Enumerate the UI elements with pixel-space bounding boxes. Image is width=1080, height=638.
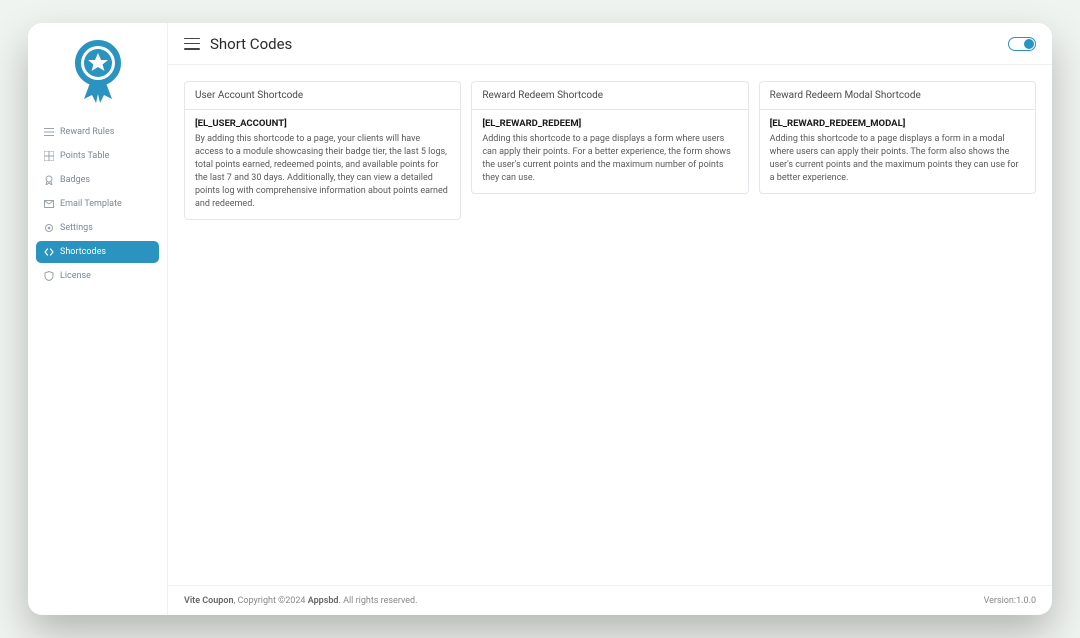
app-window: Reward Rules Points Table Badges Email T… — [28, 23, 1052, 615]
shield-icon — [44, 271, 54, 281]
sidebar-item-label: Reward Rules — [60, 127, 114, 137]
shortcode-value: [EL_REWARD_REDEEM_MODAL] — [770, 118, 1025, 129]
sidebar-item-label: Shortcodes — [60, 247, 106, 257]
shortcode-card-user-account: User Account Shortcode [EL_USER_ACCOUNT]… — [184, 81, 461, 220]
main: Short Codes User Account Shortcode [EL_U… — [168, 23, 1052, 615]
card-body: [EL_REWARD_REDEEM] Adding this shortcode… — [472, 110, 747, 193]
shortcode-description: By adding this shortcode to a page, your… — [195, 133, 450, 211]
shortcode-card-reward-redeem: Reward Redeem Shortcode [EL_REWARD_REDEE… — [471, 81, 748, 194]
footer-company: Appsbd — [308, 596, 339, 606]
content: User Account Shortcode [EL_USER_ACCOUNT]… — [168, 65, 1052, 585]
theme-toggle[interactable] — [1008, 37, 1036, 51]
card-body: [EL_USER_ACCOUNT] By adding this shortco… — [185, 110, 460, 219]
sidebar-item-email-template[interactable]: Email Template — [36, 193, 159, 215]
footer-rights: . All rights reserved. — [339, 596, 418, 606]
sidebar-item-points-table[interactable]: Points Table — [36, 145, 159, 167]
card-title: User Account Shortcode — [185, 82, 460, 110]
card-title: Reward Redeem Modal Shortcode — [760, 82, 1035, 110]
app-logo — [68, 35, 128, 105]
footer: Vite Coupon, Copyright ©2024 Appsbd. All… — [168, 585, 1052, 615]
sidebar-item-shortcodes[interactable]: Shortcodes — [36, 241, 159, 263]
sidebar-item-label: License — [60, 271, 91, 281]
shortcode-card-reward-redeem-modal: Reward Redeem Modal Shortcode [EL_REWARD… — [759, 81, 1036, 194]
shortcode-value: [EL_USER_ACCOUNT] — [195, 118, 450, 129]
mail-icon — [44, 199, 54, 209]
card-body: [EL_REWARD_REDEEM_MODAL] Adding this sho… — [760, 110, 1035, 193]
footer-version: 1.0.0 — [1016, 596, 1036, 606]
footer-left: Vite Coupon, Copyright ©2024 Appsbd. All… — [184, 596, 417, 606]
sidebar-item-badges[interactable]: Badges — [36, 169, 159, 191]
sidebar-item-reward-rules[interactable]: Reward Rules — [36, 121, 159, 143]
table-icon — [44, 151, 54, 161]
list-icon — [44, 127, 54, 137]
footer-copyright: , Copyright ©2024 — [233, 596, 307, 606]
sidebar-item-settings[interactable]: Settings — [36, 217, 159, 239]
shortcode-value: [EL_REWARD_REDEEM] — [482, 118, 737, 129]
gear-icon — [44, 223, 54, 233]
card-title: Reward Redeem Shortcode — [472, 82, 747, 110]
sidebar: Reward Rules Points Table Badges Email T… — [28, 23, 168, 615]
footer-version-label: Version: — [984, 596, 1016, 606]
shortcode-description: Adding this shortcode to a page displays… — [770, 133, 1025, 185]
page-title: Short Codes — [210, 35, 292, 53]
sidebar-item-license[interactable]: License — [36, 265, 159, 287]
topbar: Short Codes — [168, 23, 1052, 65]
menu-icon[interactable] — [184, 38, 200, 50]
sidebar-item-label: Settings — [60, 223, 93, 233]
sidebar-item-label: Badges — [60, 175, 90, 185]
sidebar-nav: Reward Rules Points Table Badges Email T… — [28, 119, 167, 289]
topbar-left: Short Codes — [184, 35, 292, 53]
footer-product: Vite Coupon — [184, 596, 233, 606]
sidebar-item-label: Email Template — [60, 199, 122, 209]
footer-right: Version:1.0.0 — [984, 596, 1036, 606]
sidebar-item-label: Points Table — [60, 151, 109, 161]
badge-icon — [44, 175, 54, 185]
code-icon — [44, 247, 54, 257]
shortcode-description: Adding this shortcode to a page displays… — [482, 133, 737, 185]
